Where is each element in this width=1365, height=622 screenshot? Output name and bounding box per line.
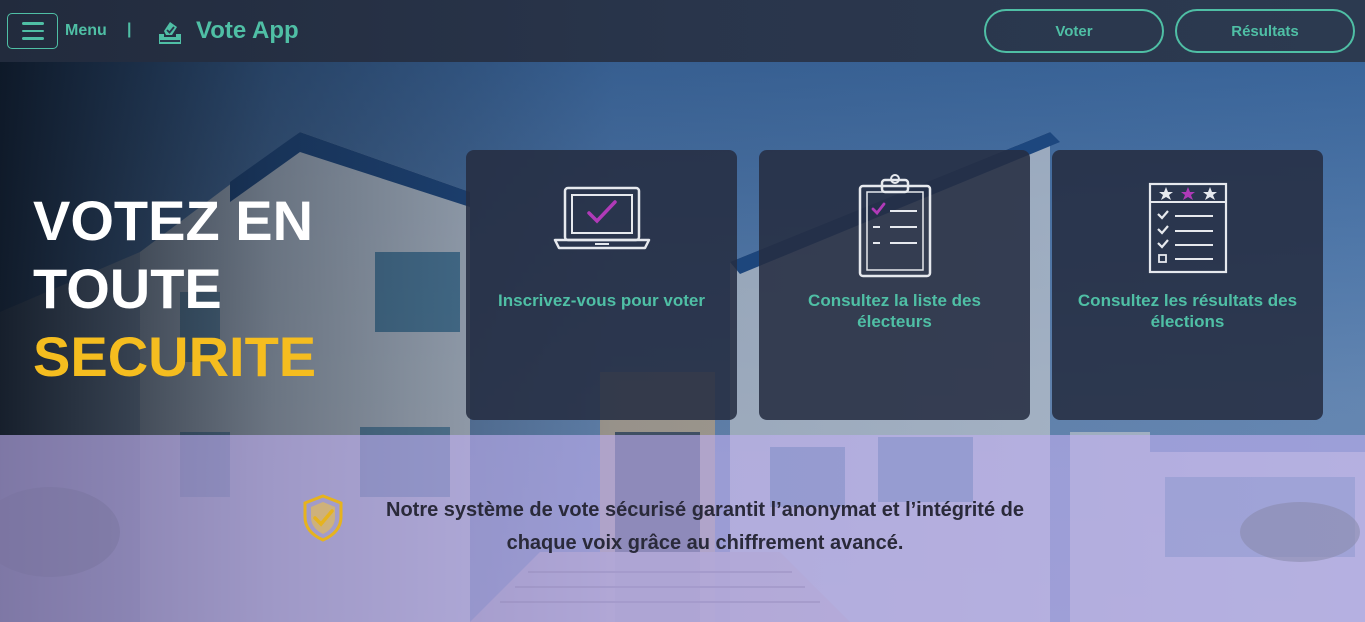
results-checklist-icon [1148, 182, 1227, 274]
register-card[interactable]: Inscrivez-vous pour voter [466, 150, 737, 420]
hamburger-line [21, 22, 44, 25]
hero-section: VOTEZ EN TOUTE SECURITE Inscrivez-vous p… [0, 62, 1365, 622]
hamburger-line [21, 29, 44, 33]
card-title: Inscrivez-vous pour voter [498, 291, 705, 310]
clipboard-list-icon [858, 174, 931, 278]
voter-list-card[interactable]: Consultez la liste des électeurs [759, 150, 1030, 420]
headline-line-2: TOUTE [33, 257, 222, 320]
top-navbar: Menu | Vote App Voter Résultats [0, 0, 1365, 62]
hamburger-menu-button[interactable] [7, 13, 58, 49]
headline-accent: SECURITE [33, 325, 317, 388]
ballot-box-icon [159, 22, 181, 44]
menu-label[interactable]: Menu [65, 22, 107, 40]
hamburger-line [21, 37, 44, 40]
results-card[interactable]: Consultez les résultats des élections [1052, 150, 1323, 420]
shield-check-icon [303, 494, 343, 542]
headline-line-1: VOTEZ EN [33, 189, 314, 252]
hero-headline: VOTEZ EN TOUTE SECURITE [33, 187, 316, 391]
card-title: Consultez la liste des électeurs [808, 291, 981, 331]
nav-separator: | [127, 21, 132, 38]
card-title: Consultez les résultats des élections [1077, 291, 1298, 331]
laptop-check-icon [553, 186, 650, 250]
vote-button[interactable]: Voter [984, 9, 1164, 53]
results-button[interactable]: Résultats [1175, 9, 1355, 53]
brand-title[interactable]: Vote App [196, 17, 299, 45]
security-statement: Notre système de vote sécurisé garantit … [386, 499, 1024, 554]
